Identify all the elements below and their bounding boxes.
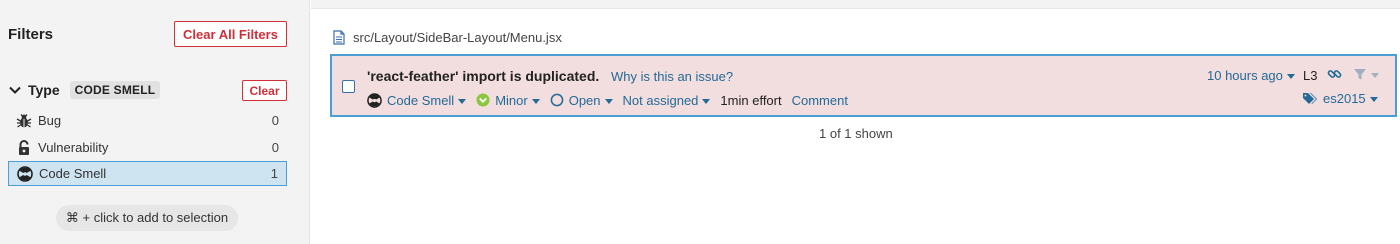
filter-icon — [1354, 69, 1366, 80]
status-label: Open — [568, 92, 601, 108]
tag-label: es2015 — [1323, 91, 1366, 106]
issue-type-dropdown[interactable]: Code Smell — [367, 92, 467, 108]
code-smell-icon — [367, 92, 382, 108]
facet-item-count: 0 — [271, 113, 279, 128]
bug-icon — [16, 113, 32, 129]
facet-item-vulnerability[interactable]: Vulnerability 0 — [8, 135, 287, 160]
open-status-icon — [550, 93, 564, 107]
caret-down-icon — [604, 98, 613, 104]
facet-item-label: Code Smell — [39, 166, 107, 181]
clear-facet-button[interactable]: Clear — [242, 80, 287, 101]
severity-dropdown[interactable]: Minor — [476, 93, 540, 108]
issue-checkbox[interactable] — [342, 80, 355, 93]
issue-card[interactable]: 'react-feather' import is duplicated. Wh… — [330, 54, 1397, 117]
effort-text: 1min effort — [720, 92, 782, 108]
file-path: src/Layout/SideBar-Layout/Menu.jsx — [353, 30, 562, 45]
facet-item-label: Vulnerability — [38, 140, 109, 155]
tag-icon — [1303, 92, 1317, 104]
caret-down-icon — [531, 98, 540, 104]
filters-sidebar: Filters Clear All Filters Type CODE SMEL… — [0, 0, 310, 244]
clear-all-filters-button[interactable]: Clear All Filters — [174, 21, 287, 47]
issue-age-dropdown[interactable]: 10 hours ago — [1207, 68, 1295, 83]
facet-item-count: 1 — [270, 166, 278, 181]
results-count: 1 of 1 shown — [819, 126, 893, 141]
caret-down-icon — [1369, 97, 1378, 102]
assignee-label: Not assigned — [622, 92, 699, 108]
minor-severity-icon — [476, 93, 490, 107]
lock-icon — [16, 139, 32, 156]
caret-down-icon — [1286, 74, 1295, 79]
facet-name: Type — [28, 82, 60, 98]
facet-selected-badge: CODE SMELL — [69, 81, 161, 99]
issues-main: src/Layout/SideBar-Layout/Menu.jsx 'reac… — [311, 0, 1400, 244]
permalink-icon[interactable] — [1327, 67, 1342, 85]
chevron-down-icon — [9, 86, 21, 94]
status-dropdown[interactable]: Open — [550, 93, 613, 108]
assignee-dropdown[interactable]: Not assigned — [623, 93, 711, 108]
issue-age: 10 hours ago — [1207, 68, 1283, 83]
code-smell-icon — [17, 165, 33, 182]
tags-dropdown[interactable]: es2015 — [1302, 91, 1378, 106]
facet-item-code-smell[interactable]: Code Smell 1 — [8, 161, 287, 186]
issue-type-label: Code Smell — [387, 92, 455, 108]
top-divider — [311, 0, 1400, 9]
file-path-header: src/Layout/SideBar-Layout/Menu.jsx — [333, 30, 562, 45]
caret-down-icon — [1371, 72, 1379, 78]
multi-select-hint: ⌘ + click to add to selection — [56, 205, 238, 231]
issue-message[interactable]: 'react-feather' import is duplicated. — [367, 68, 599, 84]
file-icon — [333, 30, 345, 45]
facet-item-count: 0 — [271, 140, 279, 155]
facet-item-label: Bug — [38, 113, 62, 128]
filter-similar-dropdown[interactable] — [1353, 67, 1379, 81]
issue-meta-row: Code Smell Minor Open Not assigned 1min … — [367, 91, 848, 109]
caret-down-icon — [458, 98, 467, 104]
comment-link[interactable]: Comment — [792, 93, 848, 108]
caret-down-icon — [702, 98, 711, 104]
issue-line: L3 — [1303, 68, 1318, 83]
type-facet-header[interactable]: Type CODE SMELL — [8, 80, 161, 100]
severity-label: Minor — [495, 92, 528, 108]
facet-item-bug[interactable]: Bug 0 — [8, 108, 287, 133]
filters-title: Filters — [8, 26, 54, 43]
why-is-this-an-issue-link[interactable]: Why is this an issue? — [611, 69, 733, 84]
